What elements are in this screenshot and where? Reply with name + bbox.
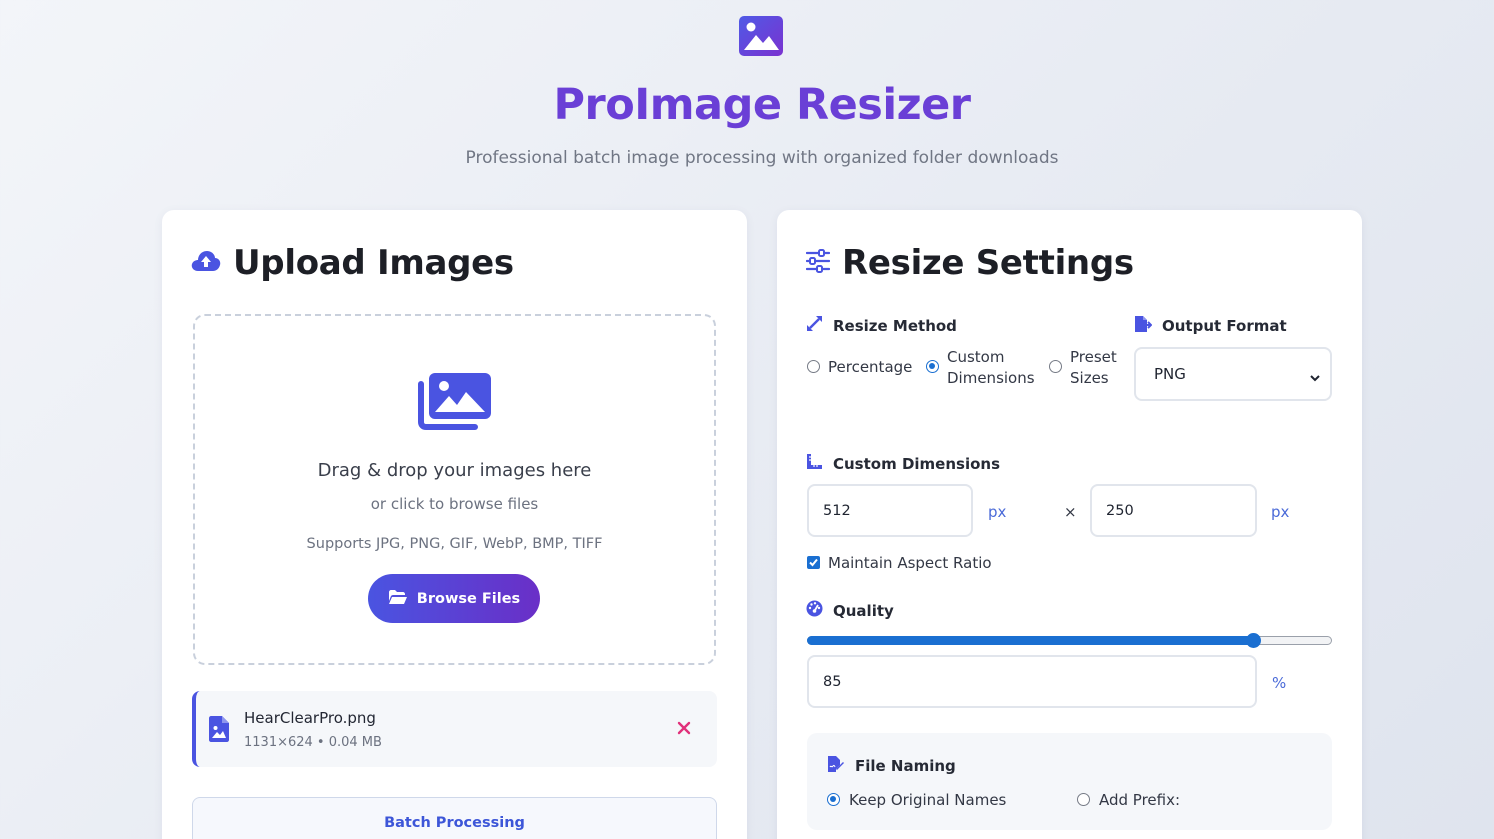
chevron-down-icon: [1310, 369, 1320, 382]
file-list-item: [192, 691, 717, 767]
radio-percentage[interactable]: [807, 360, 820, 373]
radio-custom-dimensions-label: Custom Dimensions: [947, 348, 1035, 387]
close-icon[interactable]: [674, 718, 694, 738]
height-unit: px: [1271, 503, 1290, 521]
quality-unit: %: [1272, 674, 1287, 692]
file-name: HearClearPro.png: [244, 709, 376, 727]
radio-custom-dimensions[interactable]: [926, 360, 939, 373]
radio-preset-sizes[interactable]: [1049, 360, 1062, 373]
custom-dimensions-text: Custom Dimensions: [833, 454, 1000, 473]
radio-add-prefix[interactable]: [1077, 793, 1090, 806]
radio-add-prefix-label: Add Prefix:: [1099, 791, 1181, 809]
settings-title: Resize Settings: [842, 243, 1134, 283]
radio-percentage-label: Percentage: [828, 358, 913, 376]
ruler-icon: [806, 453, 823, 474]
quality-label: Quality: [806, 600, 894, 621]
app-title: ProImage Resizer: [553, 80, 971, 130]
cloud-upload-icon: [191, 250, 221, 277]
output-format-value: PNG: [1154, 365, 1186, 383]
app-subtitle: Professional batch image processing with…: [465, 148, 1059, 168]
file-naming-label: File Naming: [827, 755, 956, 777]
file-naming-panel: [807, 733, 1332, 830]
upload-heading: Upload Images: [191, 243, 514, 283]
settings-heading: Resize Settings: [805, 243, 1134, 283]
dropzone-subtitle: or click to browse files: [370, 495, 539, 513]
width-input[interactable]: 512: [807, 484, 973, 537]
file-image-icon: [209, 716, 229, 742]
resize-method-label: Resize Method: [806, 315, 957, 336]
radio-keep-original-names-label: Keep Original Names: [849, 791, 1007, 809]
width-unit: px: [988, 503, 1007, 521]
dimension-separator: ×: [1064, 503, 1077, 521]
quality-slider-thumb[interactable]: [1245, 633, 1261, 648]
maintain-aspect-ratio-checkbox[interactable]: [807, 556, 820, 569]
height-input[interactable]: 250: [1090, 484, 1257, 537]
app-logo-icon: [738, 15, 784, 57]
browse-files-button[interactable]: Browse Files: [368, 574, 540, 623]
batch-processing-label: Batch Processing: [384, 815, 525, 831]
resize-method-text: Resize Method: [833, 316, 957, 335]
sliders-icon: [805, 248, 831, 278]
browse-files-label: Browse Files: [416, 590, 521, 607]
file-meta: 1131×624 • 0.04 MB: [244, 735, 382, 750]
output-format-select[interactable]: PNG: [1134, 347, 1332, 401]
maintain-aspect-ratio-label: Maintain Aspect Ratio: [828, 554, 992, 572]
output-format-label: Output Format: [1134, 315, 1287, 337]
output-format-text: Output Format: [1162, 317, 1287, 335]
dropzone-title: Drag & drop your images here: [317, 460, 592, 481]
folder-open-icon: [388, 589, 408, 609]
file-signature-icon: [827, 755, 845, 777]
radio-keep-original-names[interactable]: [827, 793, 840, 806]
images-icon: [417, 372, 491, 430]
file-export-icon: [1134, 315, 1153, 337]
quality-text: Quality: [833, 601, 894, 620]
upload-title: Upload Images: [233, 243, 514, 283]
custom-dimensions-label: Custom Dimensions: [806, 453, 1000, 474]
file-naming-text: File Naming: [855, 757, 956, 775]
radio-preset-sizes-label: Preset Sizes: [1070, 348, 1117, 387]
quality-slider-fill: [807, 636, 1254, 645]
quality-input[interactable]: 85: [807, 655, 1257, 708]
gauge-icon: [806, 600, 823, 621]
expand-arrows-icon: [806, 315, 823, 336]
supported-formats: Supports JPG, PNG, GIF, WebP, BMP, TIFF: [306, 536, 603, 552]
check-icon: [809, 558, 818, 567]
